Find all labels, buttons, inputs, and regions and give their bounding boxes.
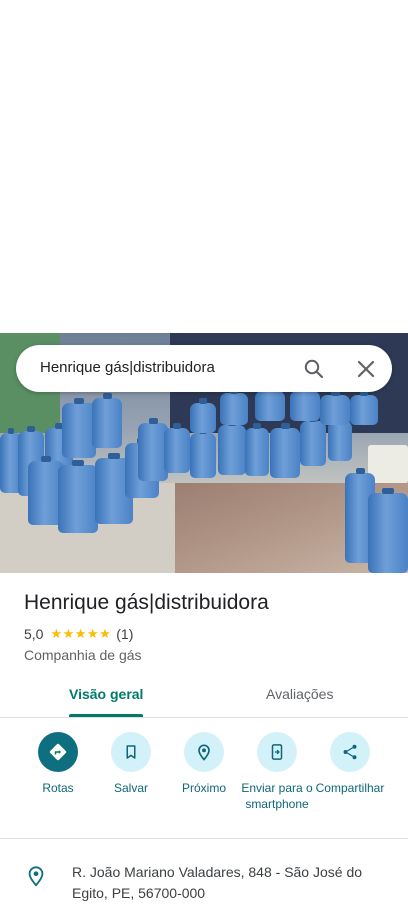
location-pin-icon (28, 866, 44, 887)
save-label: Salvar (113, 781, 148, 795)
nearby-label: Próximo (181, 781, 226, 795)
send-to-phone-button[interactable]: Enviar para o smartphone (237, 732, 317, 812)
send-to-phone-label: Enviar para o smartphone (241, 781, 313, 811)
water-bottle (190, 428, 216, 478)
water-bottle (255, 386, 285, 421)
bookmark-icon (111, 732, 151, 772)
water-bottle (58, 460, 98, 533)
place-category[interactable]: Companhia de gás (24, 647, 142, 663)
tab-overview[interactable]: Visão geral (69, 686, 143, 702)
nearby-button[interactable]: Próximo (164, 732, 244, 796)
water-bottle (290, 386, 320, 421)
actions-divider (0, 838, 408, 839)
water-bottle (62, 398, 96, 458)
nearby-icon (184, 732, 224, 772)
search-input[interactable]: Henrique gás|distribuidora (40, 359, 215, 376)
water-bottle (92, 393, 122, 448)
directions-button[interactable]: Rotas (18, 732, 98, 796)
search-bar[interactable]: Henrique gás|distribuidora (16, 345, 392, 392)
water-bottle (218, 420, 246, 475)
rating-row[interactable]: 5,0 ★★★★★ (1) (24, 626, 133, 642)
address-text[interactable]: R. João Mariano Valadares, 848 - São Jos… (72, 862, 382, 904)
tab-reviews[interactable]: Avaliações (266, 686, 333, 702)
water-bottle (368, 488, 408, 573)
star-rating-icon: ★★★★★ (50, 626, 112, 641)
water-bottle (190, 398, 216, 433)
water-bottle (164, 423, 190, 473)
directions-icon (38, 732, 78, 772)
rating-value: 5,0 (24, 626, 44, 642)
water-bottle (245, 423, 269, 476)
search-icon[interactable] (302, 357, 326, 381)
directions-label: Rotas (42, 781, 74, 795)
close-icon[interactable] (354, 357, 378, 381)
share-label: Compartilhar (315, 781, 385, 795)
map-area[interactable] (0, 0, 408, 333)
save-button[interactable]: Salvar (91, 732, 171, 796)
share-button[interactable]: Compartilhar (310, 732, 390, 796)
water-bottle (320, 390, 350, 425)
water-bottle (270, 423, 300, 478)
water-bottle (328, 416, 352, 461)
water-bottle (220, 388, 248, 425)
share-icon (330, 732, 370, 772)
review-count: (1) (116, 626, 134, 642)
water-bottle (300, 416, 326, 466)
tabs-divider (0, 717, 408, 718)
place-title: Henrique gás|distribuidora (24, 591, 269, 614)
water-bottle (350, 390, 378, 425)
send-to-phone-icon (257, 732, 297, 772)
